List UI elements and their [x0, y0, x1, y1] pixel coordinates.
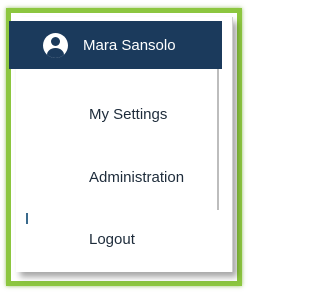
- menu-item-my-settings[interactable]: My Settings: [89, 106, 167, 123]
- menu-item-logout[interactable]: Logout: [89, 231, 135, 248]
- menu-left-edge-mark: [26, 213, 28, 224]
- user-menu-header[interactable]: Mara Sansolo: [9, 21, 222, 69]
- screenshot-frame: Mara Sansolo My Settings Administration …: [0, 0, 252, 297]
- user-circle-icon: [43, 32, 68, 58]
- user-name: Mara Sansolo: [83, 36, 176, 54]
- menu-item-administration[interactable]: Administration: [89, 169, 184, 186]
- menu-scroll-edge: [217, 56, 219, 210]
